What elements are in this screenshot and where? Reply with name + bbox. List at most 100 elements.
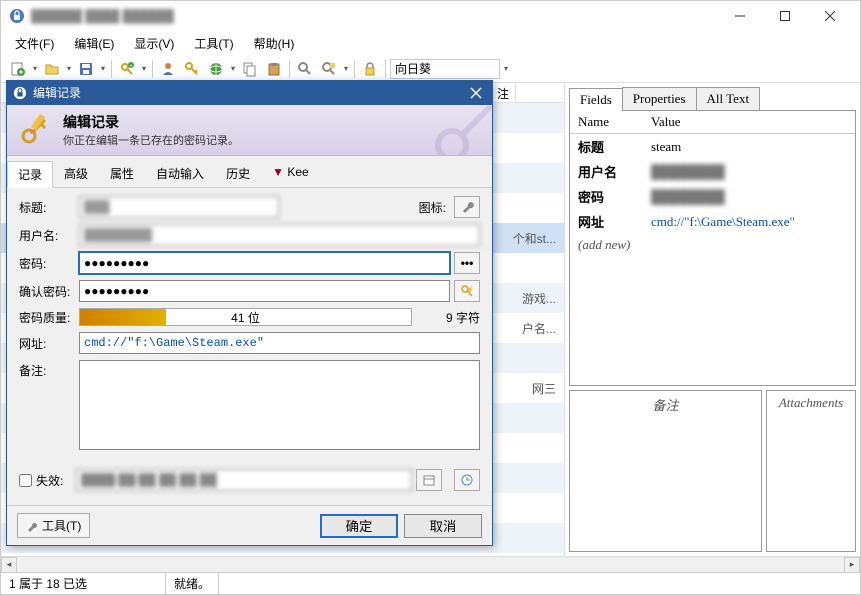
tb-open-icon[interactable] [41,58,63,80]
password-input[interactable] [79,252,450,274]
expire-date-input[interactable] [76,469,412,491]
cancel-button[interactable]: 取消 [404,514,482,538]
menu-edit[interactable]: 编辑(E) [68,33,120,54]
quality-chars: 9 字符 [420,309,480,326]
icon-picker-button[interactable] [454,196,480,218]
expire-calendar-button[interactable] [416,469,442,491]
dialog-tabs: 记录 高级 属性 自动输入 历史 ▼ Kee [7,156,492,188]
tab-history[interactable]: 历史 [215,160,261,187]
status-selection: 1 属于 18 已选 [1,573,166,594]
tb-find-icon[interactable] [294,58,316,80]
dropdown-icon[interactable]: ▾ [65,58,73,80]
generate-password-button[interactable] [454,280,480,302]
username-input[interactable] [79,224,480,246]
tb-globe-icon[interactable] [205,58,227,80]
status-ready: 就绪。 [166,573,219,594]
label-confirm: 确认密码: [19,283,79,300]
tb-copy-icon[interactable] [239,58,261,80]
field-url-value[interactable]: cmd://"f:\Game\Steam.exe" [643,209,855,234]
scroll-right-icon[interactable]: ▸ [844,557,860,573]
notes-panel[interactable]: 备注 [569,390,762,552]
tab-advanced[interactable]: 高级 [53,160,99,187]
url-input[interactable] [79,332,480,354]
show-password-button[interactable]: ••• [454,252,480,274]
dropdown-icon[interactable]: ▾ [342,58,350,80]
toolbar: ▾ ▾ ▾ + ▾ ▾ ▾ ▾ [1,55,860,83]
tools-dropdown-button[interactable]: 工具(T) [17,513,90,538]
horizontal-scrollbar[interactable]: ◂ ▸ [1,556,860,572]
field-user-value[interactable]: ████████ [643,159,855,184]
field-pass-label[interactable]: 密码 [570,184,643,209]
dialog-close-button[interactable] [466,83,486,103]
dropdown-icon[interactable]: ▾ [502,58,510,80]
field-title-value[interactable]: steam [643,134,855,160]
dots-icon: ••• [461,256,474,270]
pencil-key-icon [17,112,53,148]
tab-autotype[interactable]: 自动输入 [145,160,215,187]
toolbar-search-input[interactable] [390,59,500,79]
decorative-key-icon [422,105,492,157]
col-name: Name [570,111,643,134]
label-notes: 备注: [19,360,79,379]
tab-alltext[interactable]: All Text [696,87,761,110]
label-icon: 图标: [419,199,446,216]
tb-new-icon[interactable] [7,58,29,80]
tab-properties[interactable]: Properties [622,87,697,110]
clock-icon [461,474,473,486]
label-username: 用户名: [19,227,79,244]
dropdown-icon[interactable]: ▾ [140,58,148,80]
ok-button[interactable]: 确定 [320,514,398,538]
minimize-button[interactable] [717,2,762,30]
tb-find-entry-icon[interactable] [318,58,340,80]
tab-kee[interactable]: ▼ Kee [261,160,320,187]
confirm-password-input[interactable] [79,280,450,302]
notes-textarea[interactable] [79,360,480,450]
details-pane: Fields Properties All Text NameValue 标题s… [564,83,860,556]
calendar-icon [423,474,435,486]
edit-entry-dialog: 编辑记录 编辑记录 你正在编辑一条已存在的密码记录。 记录 高级 属性 自动输入… [6,80,493,546]
tb-key-icon[interactable] [181,58,203,80]
dialog-footer: 工具(T) 确定 取消 [7,505,492,545]
quality-bits: 41 位 [231,309,260,326]
label-quality: 密码质量: [19,309,79,326]
dropdown-icon[interactable]: ▾ [99,58,107,80]
label-expire[interactable]: 失效: [36,472,76,489]
menu-help[interactable]: 帮助(H) [248,33,301,54]
dialog-header: 编辑记录 你正在编辑一条已存在的密码记录。 [7,105,492,157]
maximize-button[interactable] [762,2,807,30]
expire-checkbox[interactable] [19,474,32,487]
menu-tools[interactable]: 工具(T) [188,33,239,54]
column-notes[interactable]: 注 [491,83,516,102]
field-user-label[interactable]: 用户名 [570,159,643,184]
kee-icon: ▼ [272,165,284,179]
expire-presets-button[interactable] [454,469,480,491]
tab-record[interactable]: 记录 [7,161,53,188]
tb-lock-icon[interactable] [359,58,381,80]
dialog-titlebar[interactable]: 编辑记录 [7,81,492,105]
dropdown-icon[interactable]: ▾ [229,58,237,80]
close-button[interactable] [807,2,852,30]
svg-text:+: + [129,64,133,70]
field-add-new[interactable]: (add new) [570,234,855,256]
menu-file[interactable]: 文件(F) [9,33,60,54]
dropdown-icon[interactable]: ▾ [31,58,39,80]
tb-key-add-icon[interactable]: + [116,58,138,80]
tb-paste-icon[interactable] [263,58,285,80]
attachments-panel[interactable]: Attachments [766,390,856,552]
title-input[interactable] [79,196,279,218]
wrench-icon [460,200,474,214]
tab-properties[interactable]: 属性 [99,160,145,187]
scroll-left-icon[interactable]: ◂ [1,557,17,573]
field-title-label[interactable]: 标题 [570,134,643,160]
field-url-label[interactable]: 网址 [570,209,643,234]
dialog-header-title: 编辑记录 [63,112,239,132]
status-bar: 1 属于 18 已选 就绪。 [1,572,860,594]
tb-save-icon[interactable] [75,58,97,80]
app-lock-icon [9,8,25,24]
menu-view[interactable]: 显示(V) [128,33,180,54]
field-pass-value[interactable]: ████████ [643,184,855,209]
tab-fields[interactable]: Fields [569,88,623,111]
key-gen-icon [460,284,474,298]
tb-user-icon[interactable] [157,58,179,80]
col-value: Value [643,111,855,134]
